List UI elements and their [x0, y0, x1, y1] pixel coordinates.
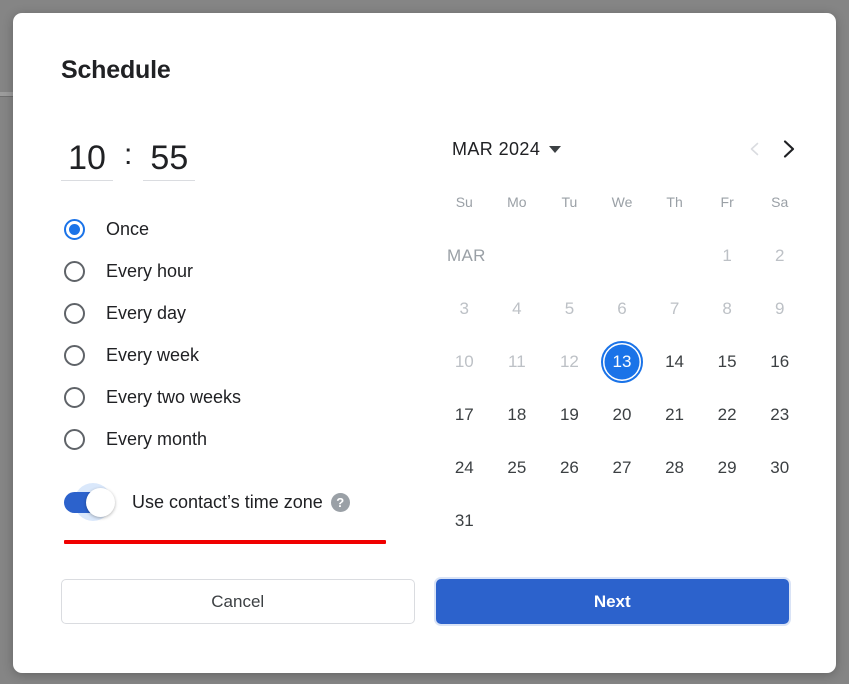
frequency-option-label: Every two weeks: [106, 386, 242, 407]
calendar-header: MAR 2024: [438, 125, 806, 173]
weekday-label-mo: Mo: [507, 194, 527, 210]
frequency-option-5[interactable]: Every month: [61, 418, 391, 460]
calendar-day-31[interactable]: 31: [438, 494, 491, 547]
next-button[interactable]: Next: [435, 579, 789, 624]
minute-input[interactable]: 55: [143, 138, 196, 181]
weekday-label-th: Th: [666, 194, 683, 210]
calendar-day-disabled-7: 7: [669, 298, 680, 318]
weekday-label-we: We: [611, 194, 633, 210]
calendar-day-28[interactable]: 28: [648, 441, 701, 494]
calendar-day-disabled-10: 10: [454, 351, 474, 371]
page-title: Schedule: [61, 56, 171, 84]
calendar-day-20[interactable]: 20: [596, 388, 649, 441]
calendar-day-disabled-9: 9: [774, 298, 785, 318]
calendar-day-22[interactable]: 22: [701, 388, 754, 441]
calendar-day-29[interactable]: 29: [701, 441, 754, 494]
calendar-day-disabled-12: 12: [559, 351, 579, 371]
calendar-day-24[interactable]: 24: [438, 441, 491, 494]
calendar-day-19[interactable]: 19: [543, 388, 596, 441]
chevron-down-icon[interactable]: [549, 145, 562, 153]
calendar-day-15[interactable]: 15: [701, 335, 754, 388]
calendar-day-disabled-3: 3: [459, 298, 470, 318]
frequency-option-label: Every hour: [106, 260, 194, 281]
weekday-label-fr: Fr: [720, 194, 734, 210]
dialog-footer: Cancel Next: [61, 579, 789, 624]
calendar-day-30[interactable]: 30: [753, 441, 806, 494]
use-contacts-timezone-toggle[interactable]: [61, 482, 123, 522]
annotation-underline: [64, 540, 386, 544]
calendar-day-17[interactable]: 17: [438, 388, 491, 441]
calendar-grid: MAR 1 2 3 4 5 6 7 8 9 10 11 12 13 14 15 16 17 18 19 20 21 22 23…: [438, 229, 806, 547]
radio-unchecked-icon[interactable]: [64, 260, 85, 282]
calendar-day-16[interactable]: 16: [753, 335, 806, 388]
calendar-day-disabled-4: 4: [512, 298, 522, 318]
radio-checked-icon[interactable]: [64, 218, 85, 240]
calendar-day-label: 13: [612, 351, 632, 371]
cancel-button[interactable]: Cancel: [61, 579, 415, 624]
calendar-day-disabled-5: 5: [564, 298, 575, 318]
calendar-day-23[interactable]: 23: [753, 388, 806, 441]
radio-unchecked-icon[interactable]: [64, 428, 85, 450]
calendar-week-row: 10 11 12 13 14 15 16: [438, 335, 806, 388]
timezone-toggle-row: Use contact’s time zone ?: [61, 482, 391, 522]
calendar-day-21[interactable]: 21: [648, 388, 701, 441]
calendar-week-row: 17 18 19 20 21 22 23: [438, 388, 806, 441]
calendar-day-26[interactable]: 26: [543, 441, 596, 494]
frequency-option-3[interactable]: Every week: [61, 334, 391, 376]
frequency-option-label: Once: [106, 218, 150, 239]
calendar-day-disabled-8: 8: [722, 298, 732, 318]
calendar-nav: [738, 132, 806, 166]
next-month-button[interactable]: [772, 132, 806, 166]
calendar-day-disabled-2: 2: [774, 245, 785, 265]
weekday-label-tu: Tu: [561, 194, 578, 210]
frequency-option-label: Every day: [106, 302, 187, 323]
frequency-radio-group: Once Every hour Every day Every week Every t…: [61, 208, 391, 460]
radio-unchecked-icon[interactable]: [64, 344, 85, 366]
help-icon[interactable]: ?: [330, 492, 350, 512]
frequency-option-4[interactable]: Every two weeks: [61, 376, 391, 418]
toggle-thumb: [86, 488, 115, 517]
calendar-week-row: 31: [438, 494, 806, 547]
frequency-option-0[interactable]: Once: [61, 208, 391, 250]
schedule-dialog: Schedule 10 : 55 Once Every hour Every day…: [13, 13, 836, 673]
calendar-month-marker: MAR: [447, 245, 486, 265]
time-picker: 10 : 55: [61, 125, 391, 181]
calendar-day-27[interactable]: 27: [596, 441, 649, 494]
frequency-option-1[interactable]: Every hour: [61, 250, 391, 292]
frequency-option-label: Every month: [106, 428, 208, 449]
weekday-label-su: Su: [455, 194, 473, 210]
frequency-option-2[interactable]: Every day: [61, 292, 391, 334]
calendar-day-selected-13[interactable]: 13: [596, 335, 649, 388]
timezone-toggle-label: Use contact’s time zone: [132, 491, 323, 512]
prev-month-button: [738, 132, 772, 166]
weekday-label-sa: Sa: [771, 194, 789, 210]
calendar-day-disabled-11: 11: [508, 351, 526, 371]
calendar-day-disabled-1: 1: [722, 245, 732, 265]
calendar-day-14[interactable]: 14: [648, 335, 701, 388]
hour-input[interactable]: 10: [61, 138, 113, 181]
calendar-week-row: 3 4 5 6 7 8 9: [438, 282, 806, 335]
radio-unchecked-icon[interactable]: [64, 302, 85, 324]
calendar-day-disabled-6: 6: [617, 298, 627, 318]
time-separator: :: [124, 138, 133, 171]
frequency-option-label: Every week: [106, 344, 200, 365]
calendar-day-25[interactable]: 25: [491, 441, 544, 494]
calendar-day-18[interactable]: 18: [491, 388, 544, 441]
schedule-options-panel: 10 : 55 Once Every hour Every day Every wee…: [61, 125, 391, 522]
calendar-month-label[interactable]: MAR 2024: [452, 139, 540, 160]
date-picker: MAR 2024 Su Mo Tu We Th Fr Sa MAR 1 2 3 4 5 6 7 8 9 10 11…: [438, 125, 806, 547]
radio-unchecked-icon[interactable]: [64, 386, 85, 408]
backdrop-seam-shadow: [0, 96, 14, 97]
calendar-weekday-header: Su Mo Tu We Th Fr Sa: [438, 187, 806, 217]
calendar-week-row: 24 25 26 27 28 29 30: [438, 441, 806, 494]
calendar-week-row: MAR 1 2: [438, 229, 806, 282]
